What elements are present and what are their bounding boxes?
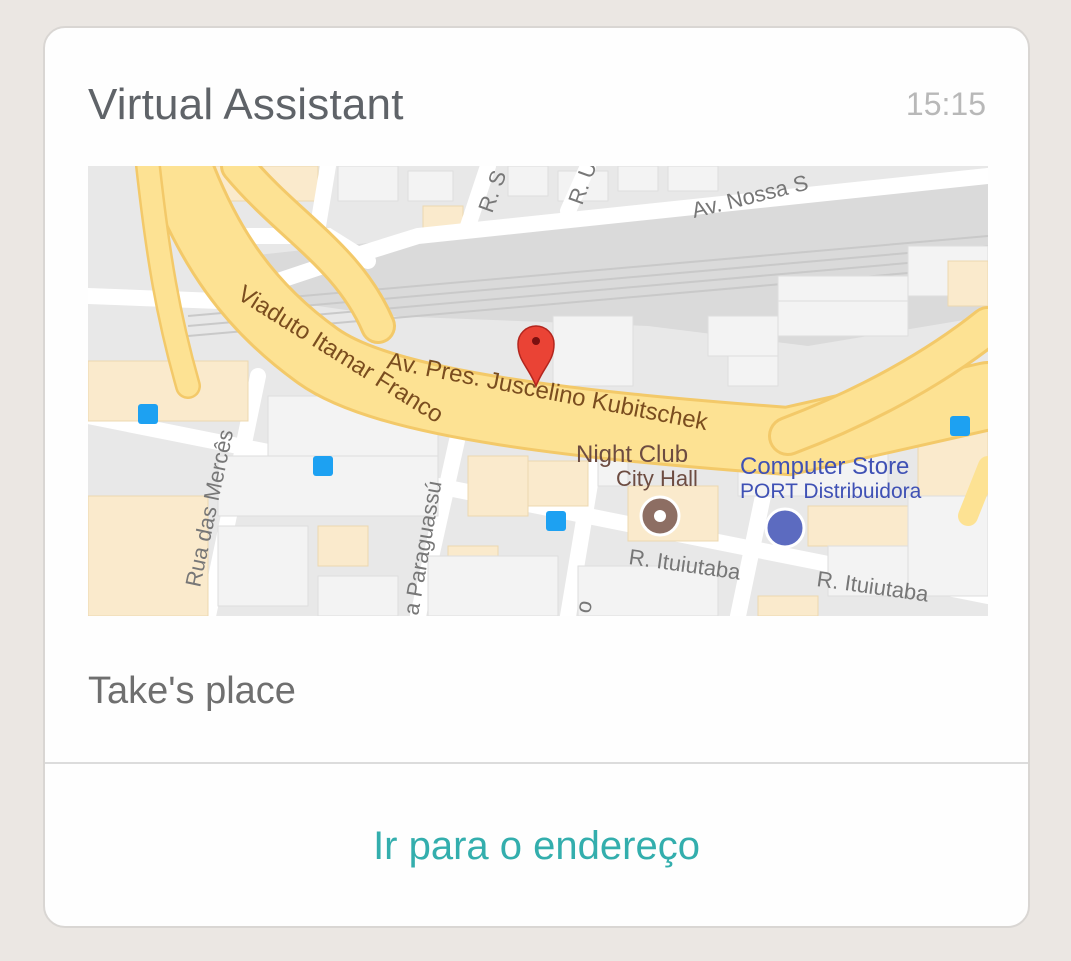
map-label-port: PORT Distribuidora — [740, 480, 922, 503]
go-to-address-button[interactable]: Ir para o endereço — [45, 764, 1028, 926]
map-label-computer-store: Computer Store — [740, 453, 909, 480]
message-time: 15:15 — [905, 86, 986, 122]
map-label-city-hall: City Hall — [616, 466, 698, 491]
sender-name: Virtual Assistant — [88, 80, 404, 129]
location-caption: Take's place — [88, 670, 296, 712]
location-map[interactable]: Av. Pres. Juscelino Kubitschek Viaduto I… — [88, 166, 988, 616]
map-label-night-club: Night Club — [576, 441, 688, 468]
message-card: Virtual Assistant 15:15 Av. Pres. Juscel… — [43, 26, 1030, 928]
